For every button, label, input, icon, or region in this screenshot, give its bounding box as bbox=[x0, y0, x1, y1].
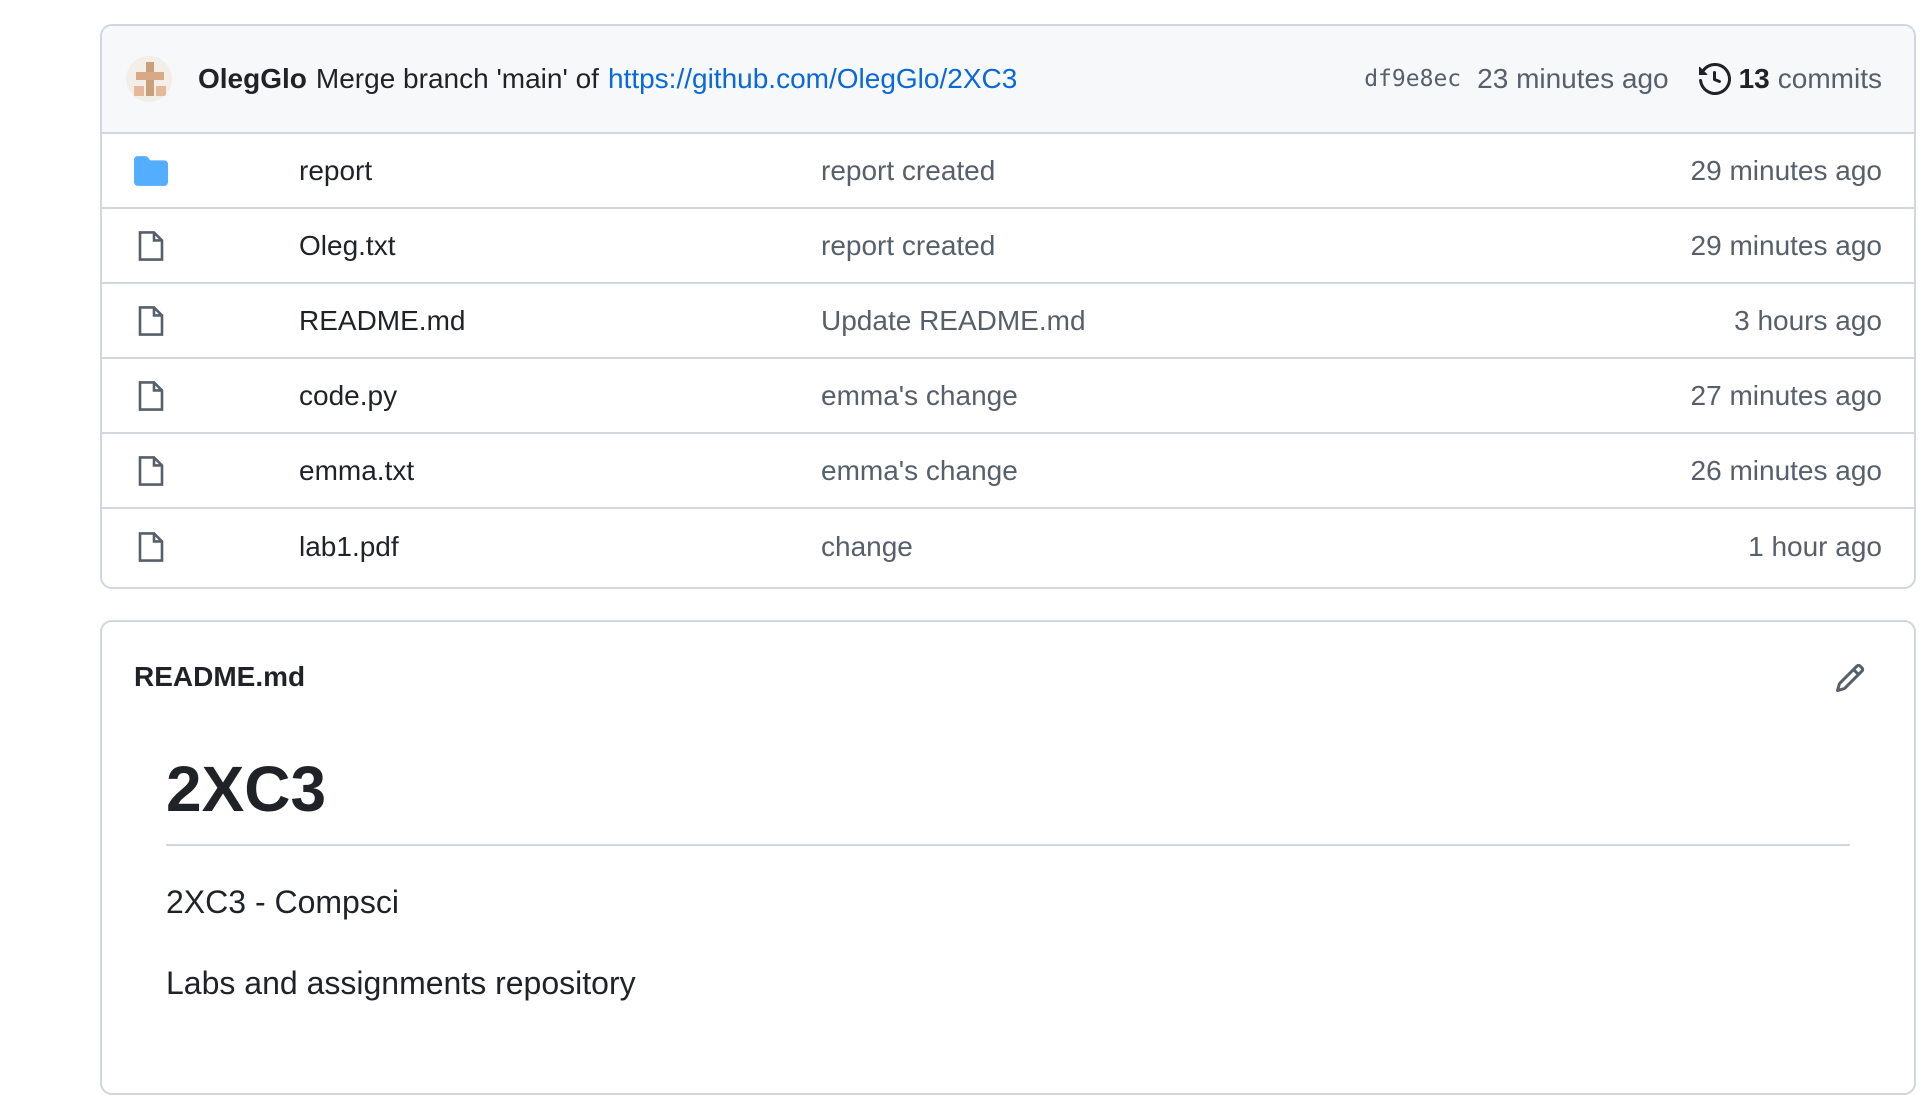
commits-label: commits bbox=[1777, 63, 1882, 94]
readme-heading: 2XC3 bbox=[166, 752, 1850, 846]
commit-author[interactable]: OlegGlo bbox=[198, 63, 307, 95]
readme-paragraph: Labs and assignments repository bbox=[166, 965, 636, 1001]
file-row[interactable]: emma.txt emma's change 26 minutes ago bbox=[102, 434, 1914, 509]
latest-commit-bar: OlegGlo Merge branch 'main' of https://g… bbox=[102, 26, 1914, 134]
file-name[interactable]: README.md bbox=[299, 305, 465, 337]
file-icon bbox=[134, 454, 168, 488]
readme-panel: README.md 2XC3 2XC3 - Compsci Labs and a… bbox=[100, 620, 1916, 1095]
file-commit-message[interactable]: report created bbox=[821, 230, 995, 262]
commits-link[interactable]: 13 commits bbox=[1698, 63, 1882, 95]
avatar[interactable] bbox=[126, 56, 172, 102]
file-commit-message[interactable]: emma's change bbox=[821, 380, 1018, 412]
commit-meta: df9e8ec 23 minutes ago 13 commits bbox=[1364, 63, 1882, 95]
file-time: 26 minutes ago bbox=[1690, 454, 1882, 486]
folder-icon bbox=[134, 154, 168, 188]
readme-filename[interactable]: README.md bbox=[134, 661, 305, 693]
file-row[interactable]: report report created 29 minutes ago bbox=[102, 134, 1914, 209]
commit-time[interactable]: 23 minutes ago bbox=[1477, 63, 1668, 95]
file-commit-message[interactable]: emma's change bbox=[821, 455, 1018, 487]
readme-body: 2XC3 2XC3 - Compsci Labs and assignments… bbox=[102, 752, 1914, 1002]
history-icon bbox=[1698, 63, 1731, 95]
file-icon bbox=[134, 379, 168, 413]
file-time: 29 minutes ago bbox=[1690, 154, 1882, 186]
file-icon bbox=[134, 530, 168, 564]
file-commit-message[interactable]: change bbox=[821, 531, 913, 563]
file-row[interactable]: Oleg.txt report created 29 minutes ago bbox=[102, 209, 1914, 284]
file-time: 1 hour ago bbox=[1748, 530, 1882, 562]
file-name[interactable]: emma.txt bbox=[299, 455, 414, 487]
file-icon bbox=[134, 229, 168, 263]
file-time: 3 hours ago bbox=[1734, 304, 1882, 336]
file-row[interactable]: README.md Update README.md 3 hours ago bbox=[102, 284, 1914, 359]
commit-link[interactable]: https://github.com/OlegGlo/2XC3 bbox=[608, 63, 1017, 95]
file-name[interactable]: report bbox=[299, 155, 372, 187]
file-icon bbox=[134, 304, 168, 338]
commit-sha[interactable]: df9e8ec bbox=[1364, 66, 1461, 92]
readme-header: README.md bbox=[102, 622, 1914, 732]
file-list: report report created 29 minutes ago Ole… bbox=[102, 134, 1914, 584]
file-commit-message[interactable]: report created bbox=[821, 155, 995, 187]
file-name[interactable]: Oleg.txt bbox=[299, 230, 395, 262]
file-name[interactable]: lab1.pdf bbox=[299, 531, 399, 563]
file-time: 29 minutes ago bbox=[1690, 229, 1882, 261]
file-browser: OlegGlo Merge branch 'main' of https://g… bbox=[100, 24, 1916, 589]
commit-message[interactable]: Merge branch 'main' of bbox=[316, 63, 599, 95]
file-commit-message[interactable]: Update README.md bbox=[821, 305, 1086, 337]
file-time: 27 minutes ago bbox=[1690, 379, 1882, 411]
commit-count: 13 bbox=[1738, 63, 1770, 94]
file-name[interactable]: code.py bbox=[299, 380, 397, 412]
file-row[interactable]: code.py emma's change 27 minutes ago bbox=[102, 359, 1914, 434]
readme-paragraph: 2XC3 - Compsci bbox=[166, 884, 399, 920]
file-row[interactable]: lab1.pdf change 1 hour ago bbox=[102, 509, 1914, 584]
pencil-icon[interactable] bbox=[1834, 662, 1866, 701]
